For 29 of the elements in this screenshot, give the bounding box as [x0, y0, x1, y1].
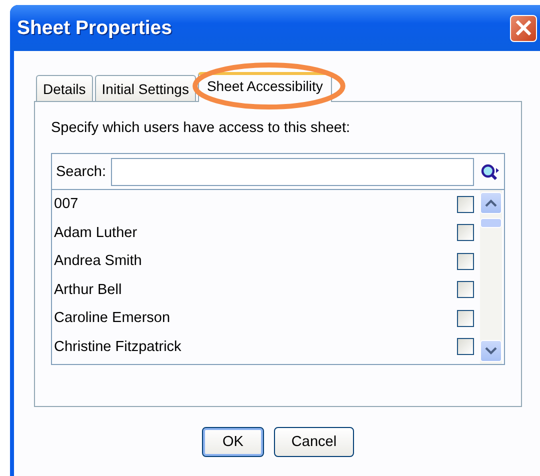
checkbox[interactable] — [457, 252, 474, 270]
close-button[interactable]: × — [510, 14, 537, 42]
tab[interactable]: Sheet Accessibility — [198, 72, 332, 102]
user-name: Adam Luther — [54, 224, 138, 241]
instruction-text: Specify which users have access to this sheet: — [51, 120, 352, 136]
scrollbar[interactable] — [480, 190, 502, 364]
scroll-up-button[interactable] — [480, 192, 502, 214]
chevron-icon — [485, 347, 497, 355]
user-name: Caroline Emerson — [54, 310, 172, 326]
scroll-thumb[interactable] — [480, 218, 502, 228]
user-name: Christine Fitzpatrick — [54, 338, 182, 355]
checkbox[interactable] — [457, 224, 474, 242]
search-label: Search: — [56, 164, 106, 180]
checkbox[interactable] — [457, 196, 474, 213]
tab[interactable]: Initial Settings — [94, 75, 196, 101]
search-field[interactable] — [110, 158, 474, 186]
user-name: 007 — [54, 196, 80, 212]
scroll-down-button[interactable] — [480, 340, 502, 362]
checkbox[interactable] — [457, 310, 474, 327]
search-icon[interactable] — [480, 162, 500, 180]
tab[interactable]: Details — [36, 75, 93, 101]
dialog-button[interactable]: Cancel — [274, 427, 354, 457]
dialog-button[interactable]: OK — [202, 427, 264, 457]
checkbox[interactable] — [457, 281, 474, 298]
window-title: Sheet Properties — [17, 16, 173, 40]
user-name: Andrea Smith — [54, 253, 143, 270]
chevron-icon — [485, 199, 497, 207]
checkbox[interactable] — [457, 338, 474, 356]
user-name: Arthur Bell — [54, 282, 123, 298]
